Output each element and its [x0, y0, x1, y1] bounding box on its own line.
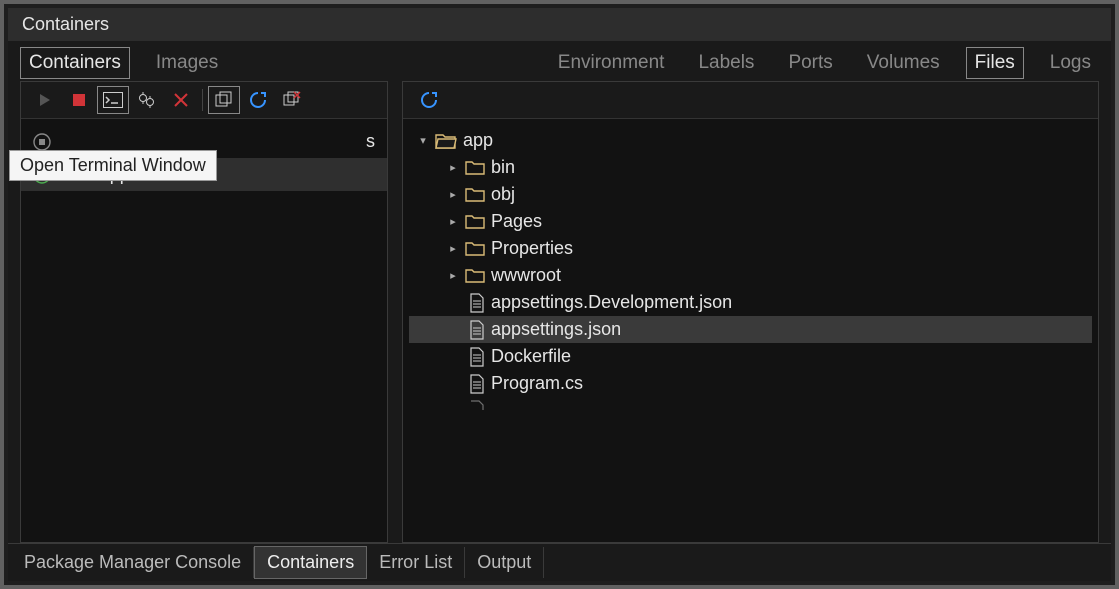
settings-button[interactable]: [131, 86, 163, 114]
tree-folder[interactable]: ▸ Pages: [409, 208, 1092, 235]
tab-files[interactable]: Files: [966, 47, 1024, 79]
footer-tab-containers[interactable]: Containers: [254, 546, 367, 579]
expander-closed-icon: ▸: [447, 161, 459, 174]
container-toolbar: [21, 82, 387, 119]
expander-closed-icon: ▸: [447, 242, 459, 255]
file-label: Program.cs: [491, 373, 583, 394]
folder-icon: [465, 268, 485, 284]
primary-tabs: Containers Images Environment Labels Por…: [8, 41, 1111, 81]
expander-closed-icon: ▸: [447, 188, 459, 201]
folder-open-icon: [435, 132, 457, 150]
tree-folder[interactable]: ▸ bin: [409, 154, 1092, 181]
tree-folder[interactable]: ▸ wwwroot: [409, 262, 1092, 289]
file-tree: ▾ app ▸ bin ▸ obj ▸ Pages: [403, 119, 1098, 542]
stopped-icon: [33, 133, 51, 151]
expander-open-icon: ▾: [417, 134, 429, 147]
stop-button[interactable]: [63, 86, 95, 114]
containers-panel: Containers Containers Images Environment…: [8, 8, 1111, 581]
tree-file[interactable]: appsettings.Development.json: [409, 289, 1092, 316]
files-panel: ▾ app ▸ bin ▸ obj ▸ Pages: [402, 81, 1099, 543]
folder-label: Pages: [491, 211, 542, 232]
tab-labels[interactable]: Labels: [690, 48, 762, 78]
file-label: appsettings.json: [491, 319, 621, 340]
tree-folder-root[interactable]: ▾ app: [409, 127, 1092, 154]
remove-button[interactable]: [165, 86, 197, 114]
terminal-button[interactable]: [97, 86, 129, 114]
tab-environment[interactable]: Environment: [550, 48, 673, 78]
tab-ports[interactable]: Ports: [780, 48, 840, 78]
refresh-files-button[interactable]: [413, 86, 445, 114]
folder-label: Properties: [491, 238, 573, 259]
panel-title: Containers: [8, 8, 1111, 41]
tree-folder[interactable]: ▸ obj: [409, 181, 1092, 208]
tooltip-terminal: Open Terminal Window: [9, 150, 217, 181]
container-name-visible: s: [366, 131, 375, 152]
folder-icon: [465, 160, 485, 176]
file-icon: [469, 293, 485, 313]
footer-tabs: Package Manager Console Containers Error…: [8, 543, 1111, 581]
footer-tab-pmc[interactable]: Package Manager Console: [12, 547, 254, 578]
footer-tab-errorlist[interactable]: Error List: [367, 547, 465, 578]
file-icon: [469, 347, 485, 367]
show-all-button[interactable]: [208, 86, 240, 114]
folder-label: app: [463, 130, 493, 151]
footer-tab-output[interactable]: Output: [465, 547, 544, 578]
tree-file[interactable]: Program.cs: [409, 370, 1092, 397]
tree-file[interactable]: appsettings.json: [409, 316, 1092, 343]
file-icon: [469, 320, 485, 340]
tab-volumes[interactable]: Volumes: [859, 48, 948, 78]
tree-folder[interactable]: ▸ Properties: [409, 235, 1092, 262]
refresh-button[interactable]: [242, 86, 274, 114]
toolbar-divider: [202, 89, 203, 111]
files-toolbar: [403, 82, 1098, 119]
tree-file-partial[interactable]: [409, 397, 1092, 413]
folder-icon: [465, 214, 485, 230]
file-icon: [469, 374, 485, 394]
tab-containers[interactable]: Containers: [20, 47, 130, 79]
folder-label: wwwroot: [491, 265, 561, 286]
tree-file[interactable]: Dockerfile: [409, 343, 1092, 370]
tab-images[interactable]: Images: [148, 48, 226, 78]
file-icon: [469, 400, 485, 410]
folder-icon: [465, 241, 485, 257]
start-button[interactable]: [29, 86, 61, 114]
containers-list: s WebApplication3: [21, 119, 387, 542]
expander-closed-icon: ▸: [447, 269, 459, 282]
prune-button[interactable]: [276, 86, 308, 114]
file-label: Dockerfile: [491, 346, 571, 367]
folder-label: bin: [491, 157, 515, 178]
file-label: appsettings.Development.json: [491, 292, 732, 313]
folder-icon: [465, 187, 485, 203]
folder-label: obj: [491, 184, 515, 205]
expander-closed-icon: ▸: [447, 215, 459, 228]
tab-logs[interactable]: Logs: [1042, 48, 1099, 78]
